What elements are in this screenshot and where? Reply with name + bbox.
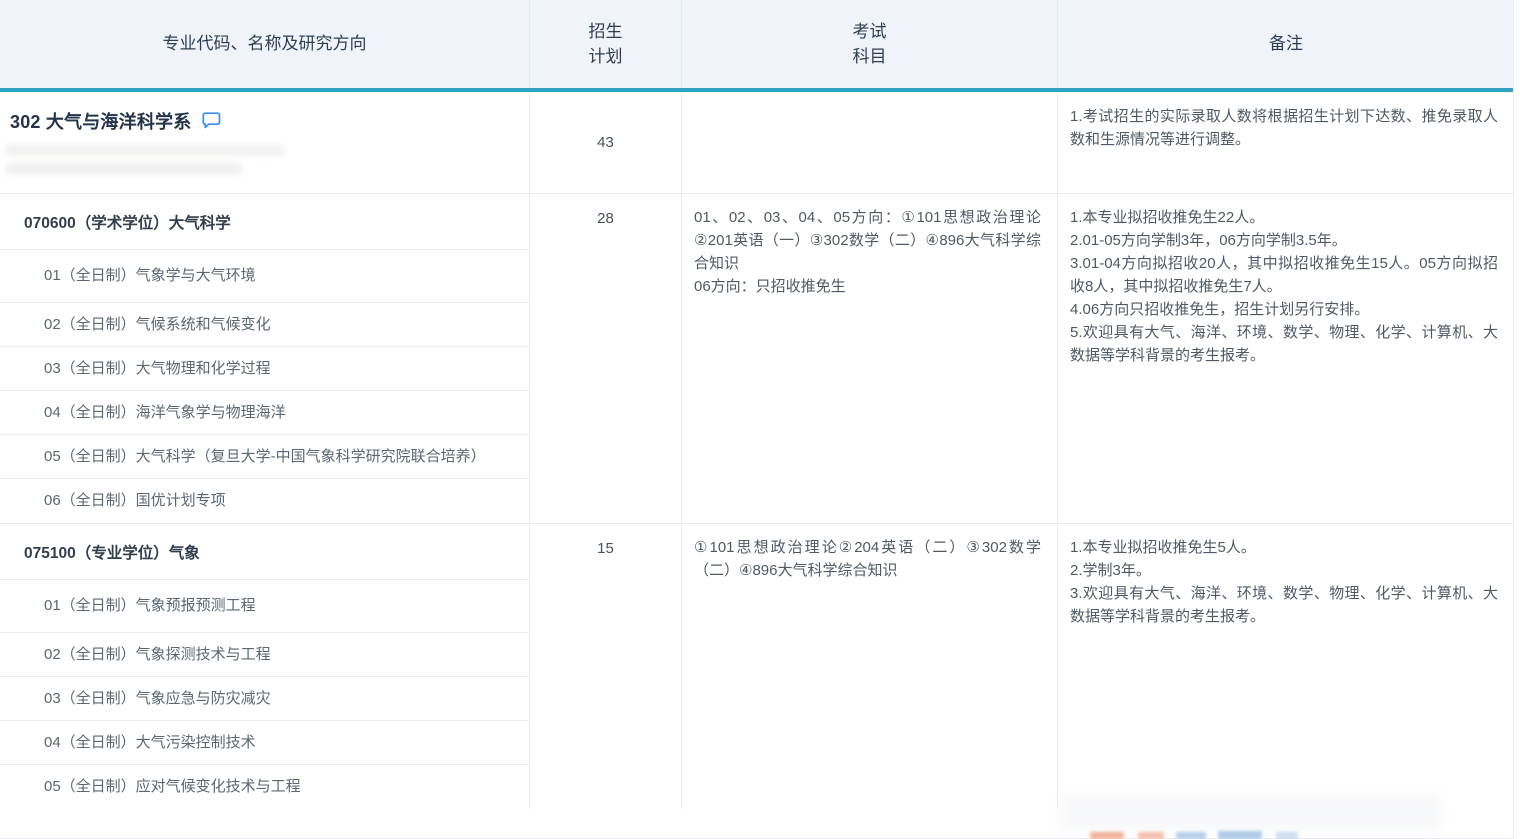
remarks-text: 5.欢迎具有大气、海洋、环境、数学、物理、化学、计算机、大数据等学科背景的考生报… xyxy=(1070,321,1498,367)
direction-row: 06（全日制）国优计划专项 xyxy=(0,479,529,523)
enrollment-plan-value: 15 xyxy=(597,540,614,557)
direction-row: 01（全日制）气象学与大气环境 xyxy=(0,250,529,303)
program-title: 070600（学术学位）大气科学 xyxy=(0,194,529,250)
program-group: 075100（专业学位）气象01（全日制）气象预报预测工程02（全日制）气象探测… xyxy=(0,523,1513,809)
program-directions-cell: 070600（学术学位）大气科学01（全日制）气象学与大气环境02（全日制）气候… xyxy=(0,194,530,523)
comment-bubble-icon[interactable] xyxy=(202,112,221,130)
column-header-exam-subjects: 考试 科目 xyxy=(682,0,1058,88)
direction-row: 02（全日制）气象探测技术与工程 xyxy=(0,633,529,677)
enrollment-plan-label-line2: 计划 xyxy=(589,44,623,70)
enrollment-plan-label-line1: 招生 xyxy=(589,19,623,45)
program-enrollment-plan-cell: 15 xyxy=(530,524,682,809)
program-title: 075100（专业学位）气象 xyxy=(0,524,529,580)
redacted-blur-text xyxy=(6,144,296,180)
remarks-text: 1.考试招生的实际录取人数将根据招生计划下达数、推免录取人数和生源情况等进行调整… xyxy=(1070,105,1498,151)
department-name-cell: 302 大气与海洋科学系 xyxy=(0,92,530,193)
direction-row: 03（全日制）大气物理和化学过程 xyxy=(0,347,529,391)
program-enrollment-plan-cell: 28 xyxy=(530,194,682,523)
direction-row: 02（全日制）气候系统和气候变化 xyxy=(0,303,529,347)
direction-row: 05（全日制）应对气候变化技术与工程 xyxy=(0,765,529,809)
table-header-row: 专业代码、名称及研究方向 招生 计划 考试 科目 备注 xyxy=(0,0,1513,92)
exam-subjects-text: 06方向：只招收推免生 xyxy=(694,275,1041,298)
column-header-enrollment-plan: 招生 计划 xyxy=(530,0,682,88)
remarks-text: 2.01-05方向学制3年，06方向学制3.5年。 xyxy=(1070,229,1498,252)
direction-row: 04（全日制）大气污染控制技术 xyxy=(0,721,529,765)
department-row: 302 大气与海洋科学系 43 1.考试招生的实际录取人数将根据招生计划下达数、… xyxy=(0,92,1513,194)
department-remarks-cell: 1.考试招生的实际录取人数将根据招生计划下达数、推免录取人数和生源情况等进行调整… xyxy=(1058,92,1514,193)
program-groups: 070600（学术学位）大气科学01（全日制）气象学与大气环境02（全日制）气候… xyxy=(0,194,1513,809)
remarks-label: 备注 xyxy=(1269,31,1303,57)
column-header-major: 专业代码、名称及研究方向 xyxy=(0,0,530,88)
remarks-text: 4.06方向只招收推免生，招生计划另行安排。 xyxy=(1070,298,1498,321)
program-remarks-cell: 1.本专业拟招收推免生5人。2.学制3年。3.欢迎具有大气、海洋、环境、数学、物… xyxy=(1058,524,1514,809)
remarks-text: 2.学制3年。 xyxy=(1070,559,1498,582)
admissions-table: 专业代码、名称及研究方向 招生 计划 考试 科目 备注 302 大气与海洋科学系 xyxy=(0,0,1514,839)
program-group: 070600（学术学位）大气科学01（全日制）气象学与大气环境02（全日制）气候… xyxy=(0,194,1513,523)
watermark xyxy=(1080,826,1340,839)
direction-row: 04（全日制）海洋气象学与物理海洋 xyxy=(0,391,529,435)
program-exam-subjects-cell: ①101思想政治理论②204英语（二）③302数学（二）④896大气科学综合知识 xyxy=(682,524,1058,809)
column-header-remarks: 备注 xyxy=(1058,0,1514,88)
direction-row: 03（全日制）气象应急与防灾减灾 xyxy=(0,677,529,721)
remarks-text: 3.01-04方向拟招收20人，其中拟招收推免生15人。05方向拟招收8人，其中… xyxy=(1070,252,1498,298)
program-remarks-cell: 1.本专业拟招收推免生22人。2.01-05方向学制3年，06方向学制3.5年。… xyxy=(1058,194,1514,523)
enrollment-plan-value: 28 xyxy=(597,210,614,227)
department-enrollment-plan-cell: 43 xyxy=(530,92,682,193)
remarks-text: 1.本专业拟招收推免生22人。 xyxy=(1070,206,1498,229)
direction-row: 05（全日制）大气科学（复旦大学-中国气象科学研究院联合培养） xyxy=(0,435,529,479)
exam-subjects-label-line1: 考试 xyxy=(853,19,887,45)
exam-subjects-text: ①101思想政治理论②204英语（二）③302数学（二）④896大气科学综合知识 xyxy=(694,536,1041,582)
program-directions-cell: 075100（专业学位）气象01（全日制）气象预报预测工程02（全日制）气象探测… xyxy=(0,524,530,809)
column-header-major-label: 专业代码、名称及研究方向 xyxy=(163,31,367,57)
remarks-text: 3.欢迎具有大气、海洋、环境、数学、物理、化学、计算机、大数据等学科背景的考生报… xyxy=(1070,582,1498,628)
program-exam-subjects-cell: 01、02、03、04、05方向：①101思想政治理论②201英语（一）③302… xyxy=(682,194,1058,523)
exam-subjects-text: 01、02、03、04、05方向：①101思想政治理论②201英语（一）③302… xyxy=(694,206,1041,275)
department-exam-cell xyxy=(682,92,1058,193)
exam-subjects-label-line2: 科目 xyxy=(853,44,887,70)
department-title: 302 大气与海洋科学系 xyxy=(10,108,191,134)
enrollment-plan-value: 43 xyxy=(597,134,614,151)
direction-row: 01（全日制）气象预报预测工程 xyxy=(0,580,529,633)
remarks-text: 1.本专业拟招收推免生5人。 xyxy=(1070,536,1498,559)
